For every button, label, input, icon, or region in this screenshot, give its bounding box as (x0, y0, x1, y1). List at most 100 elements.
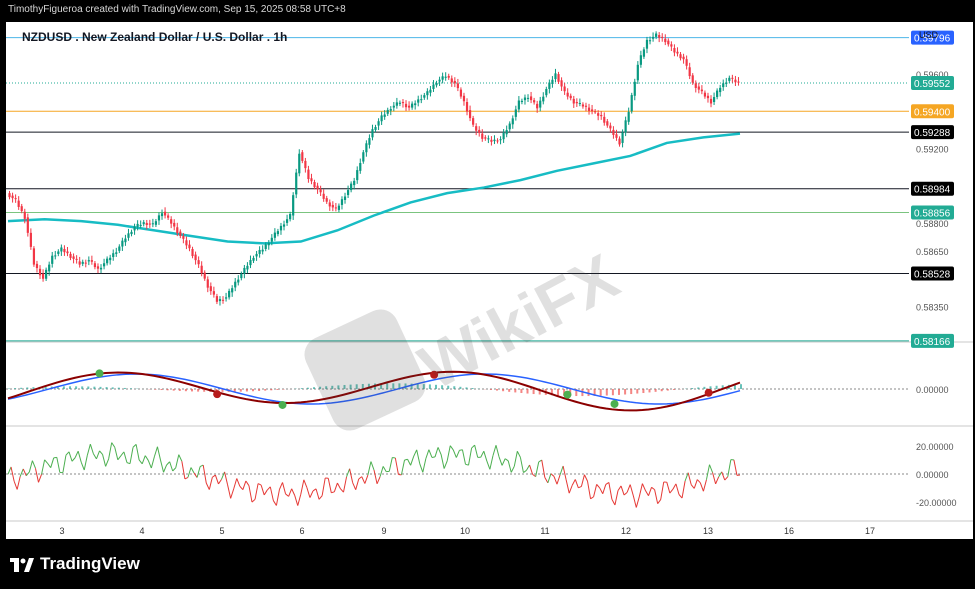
candle-body (246, 265, 249, 270)
candle-body (102, 263, 106, 267)
macd-histogram-bar (62, 386, 65, 389)
macd-histogram-bar (428, 384, 431, 389)
candle-body (60, 247, 63, 252)
macd-histogram-bar (691, 388, 694, 389)
candle-body (319, 189, 322, 193)
candle-body (709, 98, 713, 104)
macd-histogram-bar (630, 389, 633, 395)
crossover-dot (610, 399, 619, 408)
candle-body (594, 111, 597, 113)
candle-body (57, 251, 60, 254)
candle-body (249, 260, 252, 266)
candle-body (48, 264, 51, 272)
macd-histogram-bar (697, 387, 700, 389)
macd-histogram-bar (81, 386, 84, 389)
candle-body (350, 183, 353, 191)
candle-body (346, 190, 350, 196)
macd-histogram-bar (557, 389, 559, 396)
osc-tick-label: 20.00000 (916, 442, 954, 452)
candle-body (551, 79, 554, 85)
macd-histogram-bar (184, 389, 187, 392)
candle-body (328, 202, 331, 207)
candle-body (658, 35, 661, 38)
candle-body (505, 130, 508, 135)
candle-body (84, 262, 87, 264)
macd-histogram-bar (532, 389, 535, 395)
macd-histogram-bar (666, 389, 669, 391)
candle-body (468, 110, 472, 119)
macd-histogram-bar (740, 384, 742, 389)
macd-histogram-bar (32, 387, 35, 389)
candle-body (285, 219, 289, 223)
candle-body (478, 129, 481, 133)
macd-histogram-bar (648, 389, 651, 393)
candle-body (197, 260, 200, 265)
macd-histogram-bar (300, 388, 303, 389)
candle-body (386, 109, 389, 114)
candle-body (502, 132, 505, 140)
candle-body (697, 86, 700, 90)
macd-histogram-bar (123, 387, 126, 389)
candle-body (20, 206, 23, 212)
candle-body (26, 217, 29, 233)
candle-body (78, 261, 81, 265)
osc-segment (431, 456, 436, 458)
candle-body (185, 240, 188, 246)
candle-body (243, 267, 246, 274)
candle-body (435, 83, 438, 86)
candle-body (706, 95, 710, 99)
time-tick-label: 16 (784, 526, 794, 536)
macd-histogram-bar (69, 386, 71, 389)
candle-body (322, 193, 325, 199)
level-value: 0.58528 (914, 270, 951, 281)
candle-body (51, 255, 54, 264)
candle-body (163, 211, 167, 216)
macd-histogram-bar (264, 389, 267, 391)
candle-body (127, 233, 130, 238)
candle-body (651, 36, 655, 39)
candle-body (636, 64, 639, 81)
candle-body (106, 258, 109, 264)
oscillator-pane (6, 426, 909, 521)
candle-body (548, 82, 551, 89)
macd-histogram-bar (111, 387, 114, 389)
candle-body (353, 180, 356, 186)
price-tick-label: 0.59200 (916, 145, 949, 155)
candle-body (148, 223, 151, 225)
candle-body (578, 102, 581, 104)
candle-body (231, 288, 234, 293)
candle-body (655, 33, 658, 37)
candle-body (462, 95, 466, 102)
macd-histogram-bar (99, 386, 102, 389)
candle-body (563, 86, 566, 92)
candle-body (719, 87, 722, 93)
candle-body (133, 226, 136, 231)
candle-body (173, 222, 176, 227)
candle-body (38, 268, 42, 276)
macd-histogram-bar (672, 389, 675, 390)
candle-body (45, 269, 48, 279)
candle-body (447, 75, 450, 78)
candle-body (676, 51, 679, 54)
time-tick-label: 6 (299, 526, 304, 536)
candle-body (432, 84, 435, 89)
candle-body (420, 99, 423, 101)
time-tick-label: 9 (381, 526, 386, 536)
last-price-value: 0.59552 (914, 79, 951, 90)
candle-body (533, 100, 536, 103)
candle-body (359, 163, 362, 171)
candle-body (276, 231, 280, 235)
candle-body (136, 223, 139, 227)
candle-body (401, 102, 405, 104)
candle-body (307, 169, 310, 180)
chart-svg: 0.597960.594000.592880.589840.588560.585… (6, 22, 973, 539)
macd-histogram-bar (636, 389, 639, 394)
macd-histogram-bar (496, 389, 498, 391)
candle-body (609, 125, 612, 129)
macd-histogram-bar (618, 389, 620, 395)
candle-body (529, 96, 533, 101)
candle-body (8, 193, 11, 198)
candle-body (481, 133, 484, 139)
time-tick-label: 17 (865, 526, 875, 536)
candle-body (404, 103, 408, 108)
